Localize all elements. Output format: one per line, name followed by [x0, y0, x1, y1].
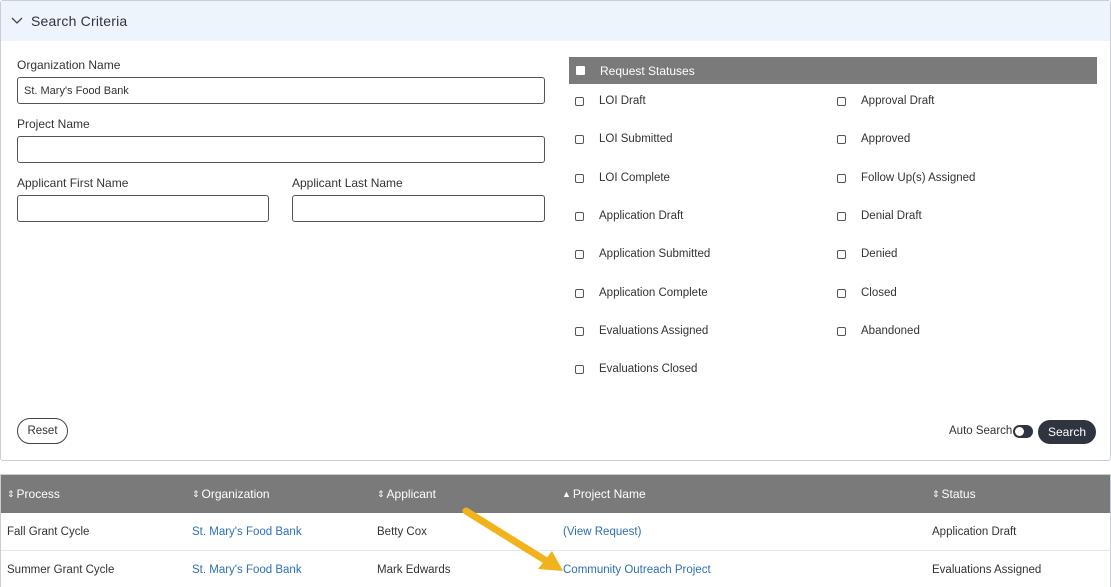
- checkbox[interactable]: [837, 288, 846, 298]
- checkbox[interactable]: [575, 249, 584, 259]
- status-abandoned[interactable]: Abandoned: [837, 325, 920, 337]
- status-closed[interactable]: Closed: [837, 287, 897, 299]
- sort-icon: ⇕: [377, 488, 385, 499]
- cell-process: Fall Grant Cycle: [7, 526, 90, 538]
- cell-status: Application Draft: [932, 526, 1017, 538]
- cell-process: Summer Grant Cycle: [7, 564, 115, 576]
- checkbox[interactable]: [575, 326, 584, 336]
- auto-search-toggle[interactable]: [1013, 425, 1033, 438]
- column-label: Process: [16, 487, 60, 501]
- status-label: Application Complete: [599, 287, 708, 299]
- status-denial-draft[interactable]: Denial Draft: [837, 210, 922, 222]
- first-name-label: Applicant First Name: [17, 176, 129, 190]
- status-label: Evaluations Assigned: [599, 325, 709, 337]
- checkbox[interactable]: [837, 211, 846, 221]
- checkbox[interactable]: [837, 134, 846, 144]
- status-application-submitted[interactable]: Application Submitted: [575, 248, 710, 260]
- status-application-complete[interactable]: Application Complete: [575, 287, 708, 299]
- status-label: Follow Up(s) Assigned: [861, 172, 976, 184]
- column-header-project-name[interactable]: ▲ Project Name: [562, 475, 646, 513]
- cell-applicant: Mark Edwards: [377, 564, 451, 576]
- cell-status: Evaluations Assigned: [932, 564, 1042, 576]
- last-name-label: Applicant Last Name: [292, 176, 403, 190]
- reset-button[interactable]: Reset: [17, 418, 68, 444]
- checkbox[interactable]: [837, 249, 846, 259]
- status-label: LOI Submitted: [599, 133, 673, 145]
- checkbox[interactable]: [575, 211, 584, 221]
- status-label: Approved: [861, 133, 911, 145]
- checkbox[interactable]: [575, 134, 584, 144]
- status-denied[interactable]: Denied: [837, 248, 897, 260]
- checkbox[interactable]: [837, 96, 846, 106]
- status-loi-submitted[interactable]: LOI Submitted: [575, 133, 673, 145]
- status-label: LOI Draft: [599, 95, 646, 107]
- column-label: Organization: [201, 487, 270, 501]
- org-name-label: Organization Name: [17, 58, 121, 72]
- cell-organization-link[interactable]: St. Mary's Food Bank: [192, 513, 302, 551]
- chevron-down-icon[interactable]: [11, 14, 25, 28]
- search-button[interactable]: Search: [1038, 420, 1096, 444]
- toggle-knob: [1015, 427, 1024, 436]
- first-name-input[interactable]: [17, 195, 269, 222]
- status-evaluations-assigned[interactable]: Evaluations Assigned: [575, 325, 708, 337]
- select-all-statuses-checkbox[interactable]: [576, 66, 585, 75]
- project-name-label: Project Name: [17, 117, 90, 131]
- request-statuses-header: Request Statuses: [569, 57, 1097, 84]
- search-criteria-header[interactable]: Search Criteria: [1, 1, 1110, 41]
- checkbox[interactable]: [575, 288, 584, 298]
- checkbox[interactable]: [837, 326, 846, 336]
- cell-applicant: Betty Cox: [377, 526, 427, 538]
- column-header-applicant[interactable]: ⇕ Applicant: [377, 475, 436, 513]
- sort-icon: ⇕: [192, 488, 200, 499]
- org-name-input[interactable]: [17, 77, 545, 104]
- checkbox[interactable]: [575, 96, 584, 106]
- table-row: Summer Grant Cycle St. Mary's Food Bank …: [1, 551, 1110, 587]
- column-label: Applicant: [386, 487, 436, 501]
- column-label: Project Name: [572, 487, 646, 501]
- status-label: Denied: [861, 248, 898, 260]
- status-follow-ups-assigned[interactable]: Follow Up(s) Assigned: [837, 172, 975, 184]
- sort-asc-icon: ▲: [562, 489, 571, 499]
- results-table: ⇕ Process ⇕ Organization ⇕ Applicant ▲ Proje…: [0, 474, 1111, 587]
- request-statuses-title: Request Statuses: [600, 63, 695, 78]
- panel-title: Search Criteria: [31, 12, 128, 29]
- column-label: Status: [941, 487, 976, 501]
- table-row: Fall Grant Cycle St. Mary's Food Bank Be…: [1, 513, 1110, 551]
- status-evaluations-closed[interactable]: Evaluations Closed: [575, 363, 697, 375]
- checkbox[interactable]: [575, 364, 584, 374]
- cell-organization-link[interactable]: St. Mary's Food Bank: [192, 551, 302, 587]
- status-approved[interactable]: Approved: [837, 133, 910, 145]
- column-header-process[interactable]: ⇕ Process: [7, 475, 60, 513]
- sort-icon: ⇕: [932, 488, 940, 499]
- status-label: LOI Complete: [599, 172, 670, 184]
- last-name-input[interactable]: [292, 195, 545, 222]
- status-loi-complete[interactable]: LOI Complete: [575, 172, 670, 184]
- request-statuses-box: Request Statuses: [569, 57, 1097, 84]
- status-application-draft[interactable]: Application Draft: [575, 210, 683, 222]
- cell-project-link[interactable]: (View Request): [563, 513, 641, 551]
- sort-icon: ⇕: [7, 488, 15, 499]
- status-label: Denial Draft: [861, 210, 922, 222]
- status-label: Application Submitted: [599, 248, 711, 260]
- cell-project-link[interactable]: Community Outreach Project: [563, 551, 711, 587]
- search-criteria-panel: Search Criteria Organization Name Projec…: [0, 0, 1111, 461]
- status-label: Abandoned: [861, 325, 920, 337]
- table-header: ⇕ Process ⇕ Organization ⇕ Applicant ▲ Proje…: [1, 475, 1110, 513]
- checkbox[interactable]: [837, 173, 846, 183]
- status-label: Approval Draft: [861, 95, 935, 107]
- checkbox[interactable]: [575, 173, 584, 183]
- status-loi-draft[interactable]: LOI Draft: [575, 95, 646, 107]
- project-name-input[interactable]: [17, 136, 545, 163]
- column-header-organization[interactable]: ⇕ Organization: [192, 475, 270, 513]
- status-label: Application Draft: [599, 210, 684, 222]
- column-header-status[interactable]: ⇕ Status: [932, 475, 976, 513]
- status-label: Evaluations Closed: [599, 363, 698, 375]
- status-approval-draft[interactable]: Approval Draft: [837, 95, 935, 107]
- auto-search-label: Auto Search: [949, 425, 1013, 437]
- status-label: Closed: [861, 287, 897, 299]
